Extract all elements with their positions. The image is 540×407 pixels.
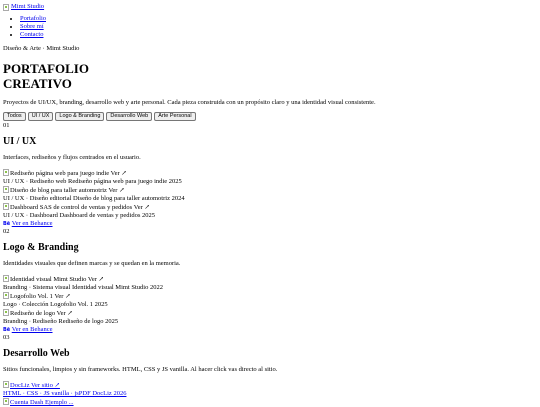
filter-todos-button[interactable]: Todos [3, 112, 26, 121]
behance-row: Bē Ver en Behance [3, 220, 537, 228]
project-link[interactable]: Diseño de blog para taller automotriz Ve… [3, 186, 125, 194]
nav-link-portafolio[interactable]: Portafolio [20, 15, 46, 22]
project-link[interactable]: Rediseño de logo Ver ↗ [3, 309, 73, 317]
project-link[interactable]: Dashboard SAS de control de ventas y ped… [3, 203, 150, 211]
behance-link[interactable]: Ver en Behance [12, 220, 53, 227]
project-meta: UI / UX · Dashboard Dashboard de ventas … [3, 212, 155, 219]
nav-item-portafolio: Portafolio [20, 15, 537, 23]
filter-desarrollo-web-button[interactable]: Desarrollo Web [106, 112, 153, 121]
title-line-1: PORTAFOLIO [3, 61, 89, 76]
project-link[interactable]: DocLiz Ver sitio ↗ [3, 381, 60, 389]
image-placeholder-icon [3, 309, 9, 316]
section-logo-branding: 02 Logo & Branding Identidades visuales … [3, 228, 537, 334]
section-title: Logo & Branding [3, 242, 79, 253]
logo-alt-text: Mimt Studio [11, 3, 45, 10]
project-image-alt: Identidad visual Mimt Studio [10, 276, 87, 283]
project-image-alt: DocLiz [10, 382, 30, 389]
project-view-link: Ver ↗ [87, 276, 104, 283]
filter-bar: Todos UI / UX Logo & Branding Desarrollo… [3, 112, 537, 121]
project-view-link: Ver ↗ [54, 293, 71, 300]
title-line-2: CREATIVO [3, 76, 72, 91]
project-meta: Branding · Sistema visual Identidad visu… [3, 284, 163, 291]
section-number: 03 [3, 334, 10, 341]
project-image-alt: Diseño de blog para taller automotriz [10, 187, 107, 194]
project-meta: Branding · Rediseño Rediseño de logo 202… [3, 318, 119, 325]
behance-icon: Bē [3, 221, 11, 227]
filter-arte-personal-button[interactable]: Arte Personal [154, 112, 196, 121]
project-item: Rediseño página web para juego indie Ver… [3, 169, 537, 186]
project-image-alt: Logofolio Vol. 1 [10, 293, 53, 300]
project-view-link: Ver sitio ↗ [31, 382, 60, 389]
project-meta: UI / UX · Diseño editorial Diseño de blo… [3, 195, 185, 202]
section-number: 01 [3, 122, 10, 129]
section-number: 02 [3, 228, 10, 235]
section-title: UI / UX [3, 136, 37, 147]
project-link[interactable]: Rediseño página web para juego indie Ver… [3, 169, 127, 177]
project-link[interactable]: Identidad visual Mimt Studio Ver ↗ [3, 275, 104, 283]
section-description: Identidades visuales que definen marcas … [3, 260, 181, 267]
project-item: Cuenta Dash Ejemplo ... [3, 398, 537, 407]
page-title: PORTAFOLIO CREATIVO [3, 61, 537, 91]
image-placeholder-icon [3, 203, 9, 210]
behance-row: Bē Ver en Behance [3, 326, 537, 334]
behance-link[interactable]: Ver en Behance [12, 326, 53, 333]
project-image-alt: Rediseño página web para juego indie [10, 170, 110, 177]
project-link[interactable]: Logofolio Vol. 1 Ver ↗ [3, 292, 71, 300]
logo-image-icon [3, 3, 9, 11]
page: Mimt Studio Portafolio Sobre mí Contacto… [0, 0, 540, 407]
image-placeholder-icon [3, 275, 9, 282]
image-placeholder-icon [3, 398, 9, 405]
project-item: Identidad visual Mimt Studio Ver ↗ Brand… [3, 275, 537, 292]
hero-tagline: Diseño & Arte · Mimt Studio [3, 45, 80, 52]
behance-icon: Bē [3, 327, 11, 333]
section-description: Sitios funcionales, limpios y sin framew… [3, 366, 278, 373]
project-item: Logofolio Vol. 1 Ver ↗ Logo · Colección … [3, 292, 537, 309]
project-view-link: Ver ↗ [133, 204, 150, 211]
project-view-link: Ver ↗ [110, 170, 127, 177]
image-placeholder-icon [3, 292, 9, 299]
project-meta[interactable]: HTML · CSS · JS vanilla · jsPDF DocLiz 2… [3, 390, 126, 397]
project-item: Rediseño de logo Ver ↗ Branding · Redise… [3, 309, 537, 326]
project-meta-link: HTML · CSS · JS vanilla · jsPDF DocLiz 2… [3, 390, 537, 398]
project-meta: UI / UX · Rediseño web Rediseño página w… [3, 178, 182, 185]
section-description: Interfaces, rediseños y flujos centrados… [3, 154, 141, 161]
nav-link-sobre-mi[interactable]: Sobre mí [20, 23, 44, 30]
nav-item-contacto: Contacto [20, 31, 537, 39]
project-image-alt: Rediseño de logo [10, 310, 56, 317]
nav-item-sobre-mi: Sobre mí [20, 23, 537, 31]
section-title: Desarrollo Web [3, 348, 70, 359]
project-meta: Logo · Colección Logofolio Vol. 1 2025 [3, 301, 108, 308]
project-item: Dashboard SAS de control de ventas y ped… [3, 203, 537, 220]
section-ui-ux: 01 UI / UX Interfaces, rediseños y flujo… [3, 122, 537, 228]
main-nav: Portafolio Sobre mí Contacto [3, 15, 537, 39]
project-image-alt: Dashboard SAS de control de ventas y ped… [10, 204, 133, 211]
project-view-link: Ver ↗ [108, 187, 125, 194]
hero-intro: Proyectos de UI/UX, branding, desarrollo… [3, 99, 376, 106]
project-view-link: Ver ↗ [56, 310, 73, 317]
image-placeholder-icon [3, 186, 9, 193]
image-placeholder-icon [3, 169, 9, 176]
logo-link[interactable]: Mimt Studio [3, 3, 537, 11]
filter-logo-branding-button[interactable]: Logo & Branding [55, 112, 105, 121]
project-item: Diseño de blog para taller automotriz Ve… [3, 186, 537, 203]
section-desarrollo-web: 03 Desarrollo Web Sitios funcionales, li… [3, 334, 537, 407]
hero: Diseño & Arte · Mimt Studio PORTAFOLIO C… [3, 45, 537, 107]
filter-ui-ux-button[interactable]: UI / UX [27, 112, 54, 121]
nav-link-contacto[interactable]: Contacto [20, 31, 43, 38]
image-placeholder-icon [3, 381, 9, 388]
project-item: DocLiz Ver sitio ↗ HTML · CSS · JS vanil… [3, 381, 537, 398]
site-header: Mimt Studio Portafolio Sobre mí Contacto [3, 3, 537, 39]
